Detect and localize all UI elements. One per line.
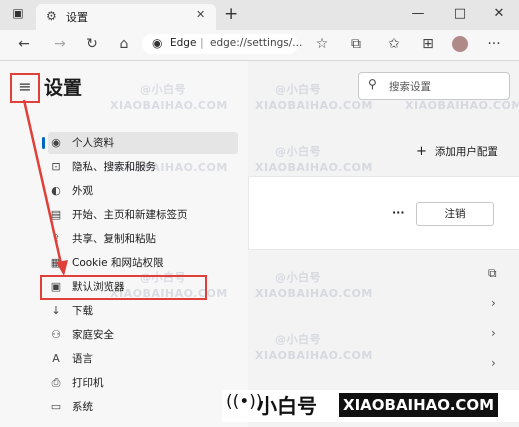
profile-more-button[interactable]: ···	[392, 206, 405, 219]
search-icon: ⚲	[368, 77, 377, 91]
chevron-right-icon[interactable]: ›	[491, 326, 496, 340]
chevron-right-icon[interactable]: ›	[491, 296, 496, 310]
search-input[interactable]: ⚲ 搜索设置	[358, 72, 510, 100]
brand-name: 小白号	[257, 394, 317, 418]
plus-icon: +	[416, 144, 427, 159]
signout-button[interactable]: 注销	[416, 202, 494, 226]
add-profile-label: 添加用户配置	[434, 146, 498, 158]
external-link-icon[interactable]: ⧉	[488, 266, 497, 281]
chevron-right-icon[interactable]: ›	[491, 356, 496, 370]
add-profile-button[interactable]: + 添加用户配置	[416, 144, 498, 159]
brand-domain: XIAOBAIHAO.COM	[339, 393, 499, 417]
search-placeholder: 搜索设置	[389, 81, 431, 93]
